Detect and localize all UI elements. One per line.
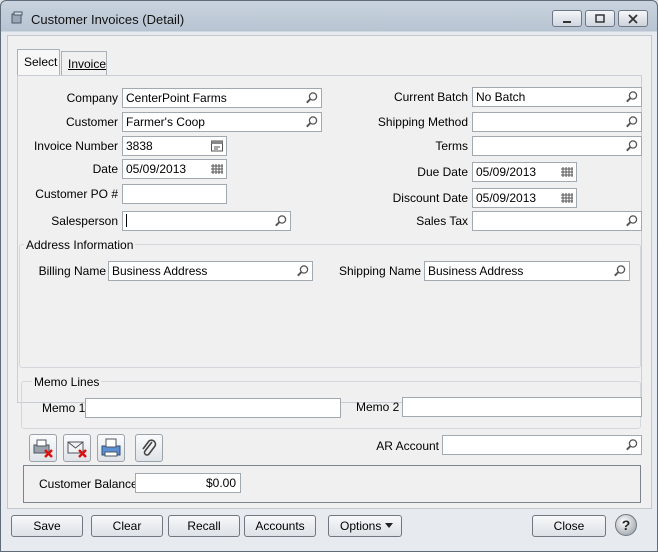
minimize-icon bbox=[563, 20, 571, 23]
customer-field[interactable]: Farmer's Coop bbox=[122, 112, 322, 132]
company-label: Company bbox=[66, 91, 118, 105]
maximize-button[interactable] bbox=[585, 10, 615, 27]
current-batch-value: No Batch bbox=[476, 90, 526, 104]
company-value: CenterPoint Farms bbox=[126, 91, 227, 105]
lookup-icon[interactable] bbox=[296, 264, 310, 278]
customer-balance-panel: Customer Balance $0.00 bbox=[23, 465, 641, 503]
billing-name-label: Billing Name bbox=[38, 264, 106, 278]
lookup-icon[interactable] bbox=[625, 139, 639, 153]
delete-printer-icon bbox=[33, 439, 53, 458]
window-title: Customer Invoices (Detail) bbox=[31, 12, 185, 27]
customer-balance-label: Customer Balance bbox=[39, 477, 138, 491]
maximize-icon bbox=[595, 13, 605, 23]
memo-lines-title: Memo Lines bbox=[32, 375, 102, 389]
save-button[interactable]: Save bbox=[11, 515, 83, 537]
sales-tax-field[interactable] bbox=[472, 211, 642, 231]
shipping-name-label: Shipping Name bbox=[338, 264, 421, 278]
lookup-icon[interactable] bbox=[613, 264, 627, 278]
ar-account-field[interactable] bbox=[442, 435, 642, 455]
recall-button[interactable]: Recall bbox=[168, 515, 240, 537]
ar-account-label: AR Account bbox=[376, 439, 439, 453]
delete-email-button[interactable] bbox=[63, 434, 91, 462]
sales-tax-label: Sales Tax bbox=[416, 214, 468, 228]
current-batch-field[interactable]: No Batch bbox=[472, 87, 642, 107]
close-button[interactable]: Close bbox=[532, 515, 606, 537]
calendar-icon[interactable] bbox=[560, 165, 574, 179]
tab-invoice[interactable]: Invoice bbox=[61, 51, 107, 75]
customer-po-label: Customer PO # bbox=[35, 187, 118, 201]
options-button[interactable]: Options bbox=[328, 515, 402, 537]
tab-select-label: Select bbox=[24, 55, 58, 69]
text-cursor bbox=[126, 214, 127, 227]
minimize-button[interactable] bbox=[552, 10, 582, 27]
form-area: Select Invoice Company Customer Invoice … bbox=[7, 35, 652, 509]
lookup-icon[interactable] bbox=[274, 214, 288, 228]
discount-date-label: Discount Date bbox=[392, 191, 468, 205]
paperclip-icon bbox=[142, 439, 157, 456]
invoice-number-value: 3838 bbox=[126, 139, 153, 153]
clear-button[interactable]: Clear bbox=[91, 515, 163, 537]
help-button[interactable]: ? bbox=[615, 514, 637, 536]
lookup-icon[interactable] bbox=[305, 115, 319, 129]
shipping-name-value: Business Address bbox=[428, 264, 524, 278]
memo-2-label: Memo 2 bbox=[356, 400, 400, 414]
customer-balance-value: $0.00 bbox=[205, 476, 236, 490]
tab-select[interactable]: Select bbox=[17, 49, 60, 75]
discount-date-value: 05/09/2013 bbox=[476, 191, 537, 205]
delete-print-button[interactable] bbox=[29, 434, 57, 462]
lookup-icon[interactable] bbox=[305, 91, 319, 105]
invoice-number-field[interactable]: 3838 bbox=[122, 136, 227, 156]
customer-balance-value-field: $0.00 bbox=[135, 473, 241, 493]
due-date-label: Due Date bbox=[417, 165, 468, 179]
close-icon bbox=[628, 13, 638, 24]
address-information-title: Address Information bbox=[24, 238, 136, 252]
company-field[interactable]: CenterPoint Farms bbox=[122, 88, 322, 108]
number-generator-icon[interactable] bbox=[210, 139, 224, 153]
date-field[interactable]: 05/09/2013 bbox=[122, 159, 227, 179]
lookup-icon[interactable] bbox=[625, 90, 639, 104]
memo-2-field[interactable] bbox=[402, 397, 642, 417]
date-value: 05/09/2013 bbox=[126, 162, 187, 176]
calendar-icon[interactable] bbox=[210, 162, 224, 176]
print-button[interactable] bbox=[97, 434, 125, 462]
due-date-value: 05/09/2013 bbox=[476, 165, 537, 179]
billing-name-field[interactable]: Business Address bbox=[108, 261, 313, 281]
chevron-down-icon bbox=[385, 523, 393, 528]
customer-invoices-window: Customer Invoices (Detail) Select Invoic… bbox=[0, 0, 658, 552]
lookup-icon[interactable] bbox=[625, 214, 639, 228]
customer-label: Customer bbox=[65, 115, 118, 129]
accounts-button[interactable]: Accounts bbox=[244, 515, 316, 537]
options-label: Options bbox=[340, 519, 382, 533]
date-label: Date bbox=[92, 162, 118, 176]
app-icon bbox=[11, 11, 23, 24]
shipping-name-field[interactable]: Business Address bbox=[424, 261, 630, 281]
customer-po-field[interactable] bbox=[122, 184, 227, 204]
salesperson-field[interactable] bbox=[122, 211, 291, 231]
billing-name-value: Business Address bbox=[112, 264, 208, 278]
title-bar[interactable]: Customer Invoices (Detail) bbox=[1, 1, 657, 35]
discount-date-field[interactable]: 05/09/2013 bbox=[472, 188, 577, 208]
delete-email-icon bbox=[67, 441, 87, 458]
tab-invoice-label: Invoice bbox=[68, 57, 107, 71]
close-window-button[interactable] bbox=[618, 10, 648, 27]
invoice-number-label: Invoice Number bbox=[33, 139, 118, 153]
memo-1-field[interactable] bbox=[85, 398, 341, 418]
terms-field[interactable] bbox=[472, 136, 642, 156]
shipping-method-label: Shipping Method bbox=[377, 115, 468, 129]
calendar-icon[interactable] bbox=[560, 191, 574, 205]
printer-icon bbox=[101, 438, 121, 457]
salesperson-label: Salesperson bbox=[51, 214, 118, 228]
lookup-icon[interactable] bbox=[625, 438, 639, 452]
terms-label: Terms bbox=[435, 139, 468, 153]
due-date-field[interactable]: 05/09/2013 bbox=[472, 162, 577, 182]
attachment-button[interactable] bbox=[135, 434, 163, 462]
customer-value: Farmer's Coop bbox=[126, 115, 205, 129]
shipping-method-field[interactable] bbox=[472, 112, 642, 132]
memo-1-label: Memo 1 bbox=[42, 401, 86, 415]
current-batch-label: Current Batch bbox=[393, 90, 468, 104]
lookup-icon[interactable] bbox=[625, 115, 639, 129]
